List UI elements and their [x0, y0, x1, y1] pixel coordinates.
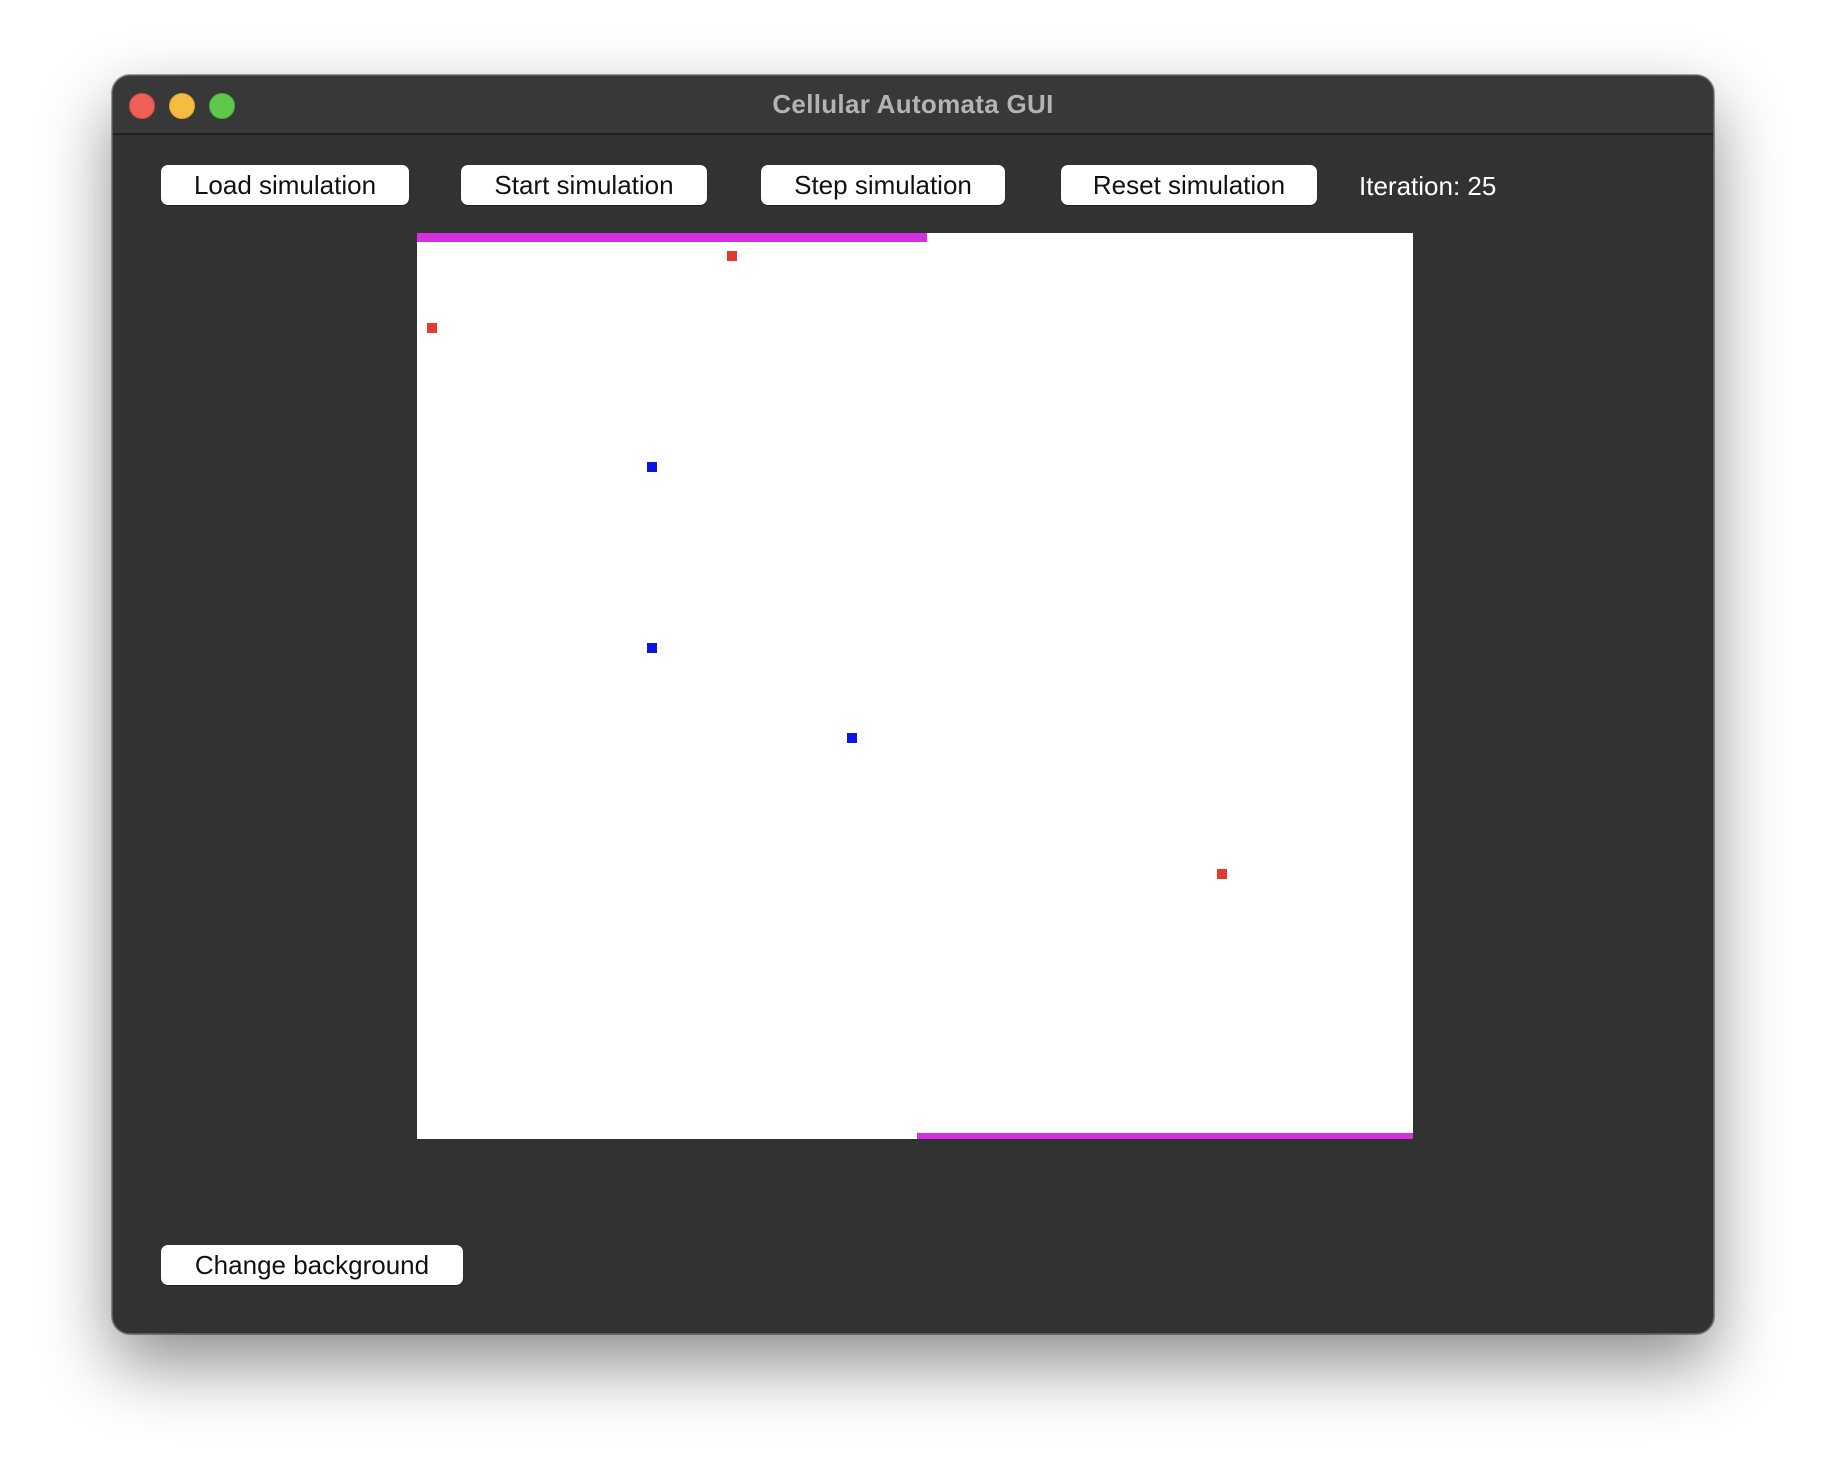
red-cell	[727, 251, 737, 261]
top-border-bar	[417, 233, 927, 242]
simulation-grid[interactable]	[417, 233, 1413, 1139]
title-bar: Cellular Automata GUI	[113, 76, 1713, 135]
iteration-counter: Iteration: 25	[1359, 171, 1497, 201]
blue-cell	[647, 462, 657, 472]
blue-cell	[847, 733, 857, 743]
window-title: Cellular Automata GUI	[772, 89, 1054, 119]
start-simulation-button[interactable]: Start simulation	[461, 165, 707, 205]
change-background-button[interactable]: Change background	[161, 1245, 463, 1285]
red-cell	[1217, 869, 1227, 879]
reset-simulation-button[interactable]: Reset simulation	[1061, 165, 1317, 205]
load-simulation-button[interactable]: Load simulation	[161, 165, 409, 205]
bottom-border-bar	[917, 1133, 1413, 1139]
blue-cell	[647, 643, 657, 653]
step-simulation-button[interactable]: Step simulation	[761, 165, 1005, 205]
red-cell	[427, 323, 437, 333]
app-window: Cellular Automata GUI Load simulation St…	[112, 75, 1714, 1334]
